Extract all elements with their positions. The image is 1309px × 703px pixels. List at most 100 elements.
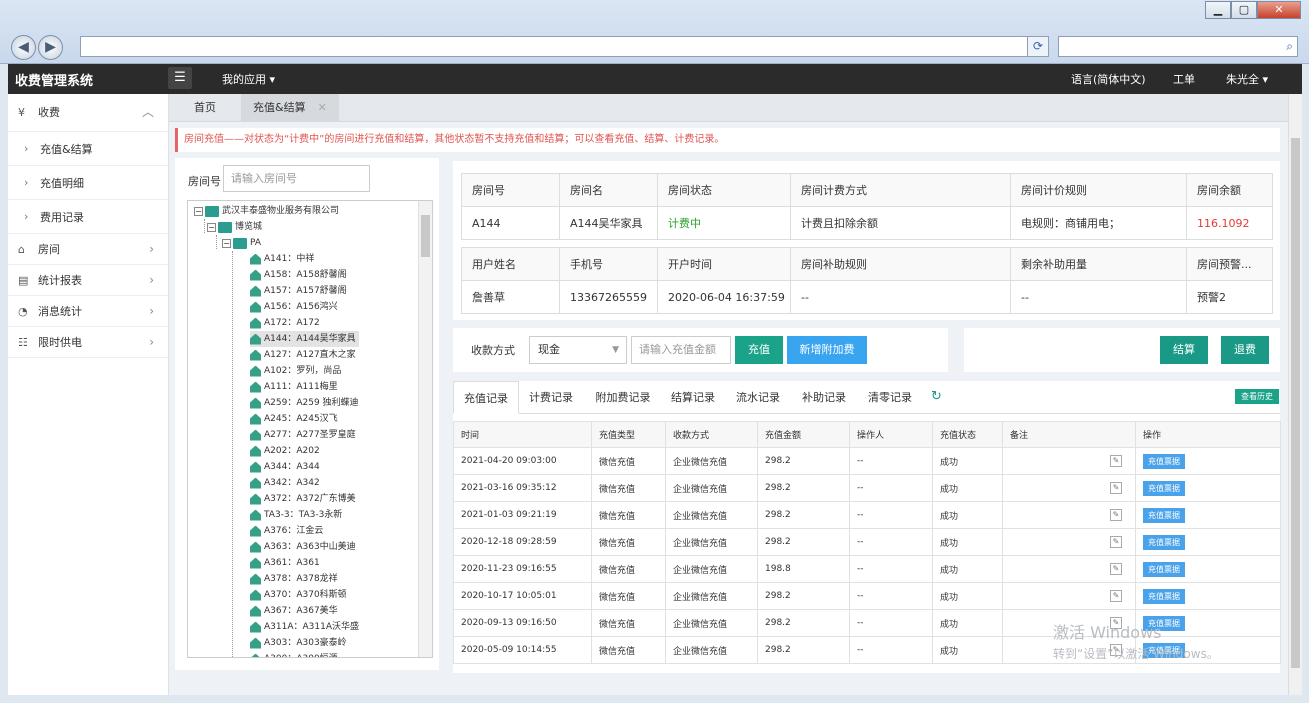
tree-node-label: 武汉丰泰盛物业服务有限公司 — [222, 206, 340, 216]
tree-node-room[interactable]: A259：A259 独利蝶迪 — [250, 395, 359, 411]
tree-node-room[interactable]: A378：A378龙祥 — [250, 571, 338, 587]
tab-recharge[interactable]: 充值&结算 ✕ — [241, 94, 339, 122]
room-number-input[interactable]: 请输入房间号 — [223, 165, 370, 192]
sidebar-item-messages[interactable]: ◔ 消息统计 › — [8, 296, 168, 327]
edit-note-icon[interactable]: ✎ — [1110, 536, 1122, 548]
forward-icon[interactable]: ▶ — [38, 35, 63, 60]
menu-toggle-icon[interactable]: ☰ — [168, 67, 192, 89]
tree-node-estate[interactable]: − 博览城 — [207, 219, 262, 235]
page-scroll-thumb[interactable] — [1291, 138, 1300, 668]
tree-node-room[interactable]: A311A：A311A沃华盛 — [250, 619, 359, 635]
edit-note-icon[interactable]: ✎ — [1110, 590, 1122, 602]
tab-extra-fee-records[interactable]: 附加费记录 — [589, 381, 657, 414]
search-icon[interactable]: ⌕ — [1286, 39, 1293, 54]
recharge-receipt-button[interactable]: 充值票据 — [1143, 480, 1185, 496]
maximize-button[interactable]: ▢ — [1231, 1, 1257, 19]
recharge-amount-input[interactable]: 请输入充值金额 — [631, 336, 731, 364]
action-cell: 充值票据 — [1135, 474, 1281, 502]
tab-flow-records[interactable]: 流水记录 — [730, 381, 786, 414]
table-cell: 2020-05-09 10:14:55 — [453, 636, 592, 664]
tree-scroll-thumb[interactable] — [421, 215, 430, 257]
tree-node-room[interactable]: A158：A158舒馨阁 — [250, 267, 347, 283]
recharge-receipt-button[interactable]: 充值票据 — [1143, 588, 1185, 604]
tree-node-room[interactable]: A300：A300恒源 — [250, 651, 338, 657]
tab-recharge-records[interactable]: 充值记录 — [453, 381, 519, 414]
collapse-icon[interactable]: − — [222, 238, 231, 248]
house-icon — [250, 333, 261, 345]
edit-note-icon[interactable]: ✎ — [1110, 509, 1122, 521]
tree-node-room[interactable]: A361：A361 — [250, 555, 320, 571]
tree-node-room[interactable]: A363：A363中山美迪 — [250, 539, 356, 555]
tree-node-zone[interactable]: − PA — [222, 235, 261, 251]
tree-node-room[interactable]: A367：A367美华 — [250, 603, 338, 619]
recharge-receipt-button[interactable]: 充值票据 — [1143, 507, 1185, 523]
sidebar-item-billing[interactable]: ¥ 收费 ︿ — [8, 94, 168, 132]
tree-node-room[interactable]: TA3-3：TA3-3永新 — [250, 507, 342, 523]
tree-node-room[interactable]: A141：中祥 — [250, 251, 314, 267]
tree-node-room[interactable]: A342：A342 — [250, 475, 320, 491]
tab-subsidy-records[interactable]: 补助记录 — [796, 381, 852, 414]
add-fee-button[interactable]: 新增附加费 — [787, 336, 867, 364]
table-cell: 2021-04-20 09:03:00 — [453, 447, 592, 475]
sidebar-item-reports[interactable]: ▤ 统计报表 › — [8, 265, 168, 296]
tree-node-room[interactable]: A127：A127直木之家 — [250, 347, 356, 363]
billing-method-value: 计费且扣除余额 — [790, 206, 1011, 240]
tree-node-room[interactable]: A372：A372广东博美 — [250, 491, 356, 507]
edit-note-icon[interactable]: ✎ — [1110, 563, 1122, 575]
sidebar-item-power-limit[interactable]: ☷ 限时供电 › — [8, 327, 168, 358]
sidebar-item-label: 房间 — [38, 242, 60, 256]
refresh-page-icon[interactable]: ⟳ — [1027, 36, 1049, 57]
payment-method-select[interactable]: 现金 ▼ — [529, 336, 627, 364]
tree-node-room[interactable]: A172：A172 — [250, 315, 320, 331]
tree-node-room[interactable]: A102：罗列，尚品 — [250, 363, 341, 379]
user-menu[interactable]: 朱光全 ▾ — [1226, 71, 1268, 87]
tree-scrollbar[interactable] — [418, 201, 432, 657]
recharge-button[interactable]: 充值 — [735, 336, 783, 364]
close-window-button[interactable]: ✕ — [1257, 1, 1301, 19]
recharge-receipt-button[interactable]: 充值票据 — [1143, 534, 1185, 550]
open-time-value: 2020-06-04 16:37:59 — [657, 280, 791, 314]
tree-node-room[interactable]: A303：A303豪泰岭 — [250, 635, 347, 651]
tree-node-room[interactable]: A245：A245汉飞 — [250, 411, 338, 427]
refresh-icon[interactable]: ↻ — [931, 389, 942, 404]
tab-home[interactable]: 首页 — [182, 94, 228, 122]
tree-node-room[interactable]: A376：江金云 — [250, 523, 323, 539]
collapse-icon[interactable]: − — [194, 206, 203, 216]
recharge-receipt-button[interactable]: 充值票据 — [1143, 453, 1185, 469]
close-icon[interactable]: ✕ — [318, 101, 327, 114]
settle-button[interactable]: 结算 — [1160, 336, 1208, 364]
edit-note-icon[interactable]: ✎ — [1110, 482, 1122, 494]
tree-node-room[interactable]: A277：A277圣罗皇庭 — [250, 427, 356, 443]
sidebar-item-room[interactable]: ⌂ 房间 › — [8, 234, 168, 265]
tab-billing-records[interactable]: 计费记录 — [523, 381, 579, 414]
tab-settle-records[interactable]: 结算记录 — [665, 381, 721, 414]
tree-node-room[interactable]: A157：A157舒馨阁 — [250, 283, 347, 299]
address-bar[interactable] — [80, 36, 1048, 57]
collapse-icon[interactable]: − — [207, 222, 216, 232]
page-scrollbar[interactable] — [1288, 94, 1302, 695]
minimize-button[interactable]: ▁ — [1205, 1, 1231, 19]
tree-node-room[interactable]: A111：A111梅里 — [250, 379, 338, 395]
tree-node-room[interactable]: A156：A156鸿兴 — [250, 299, 338, 315]
my-apps-menu[interactable]: 我的应用 ▾ — [222, 71, 275, 87]
table-cell: 298.2 — [757, 447, 850, 475]
info-header: 剩余补助用量 — [1010, 247, 1187, 281]
refund-button[interactable]: 退费 — [1221, 336, 1269, 364]
ticket-link[interactable]: 工单 — [1173, 71, 1195, 87]
tree-node-company[interactable]: − 武汉丰泰盛物业服务有限公司 — [194, 203, 339, 219]
tree-node-room[interactable]: A144：A144吴华家具 — [250, 331, 359, 347]
language-switch[interactable]: 语言(简体中文) — [1071, 71, 1146, 87]
sidebar-sub-recharge[interactable]: › 充值&结算 — [8, 132, 168, 166]
tree-node-room[interactable]: A370：A370科斯顿 — [250, 587, 347, 603]
browser-search-input[interactable]: ⌕ — [1058, 36, 1298, 57]
tab-reset-records[interactable]: 清零记录 — [862, 381, 918, 414]
sidebar-sub-recharge-detail[interactable]: › 充值明细 — [8, 166, 168, 200]
recharge-receipt-button[interactable]: 充值票据 — [1143, 561, 1185, 577]
tree-node-room[interactable]: A202：A202 — [250, 443, 320, 459]
tree-node-room[interactable]: A344：A344 — [250, 459, 320, 475]
column-header: 时间 — [453, 421, 592, 448]
back-icon[interactable]: ◀ — [11, 35, 36, 60]
sidebar-sub-fee-records[interactable]: › 费用记录 — [8, 200, 168, 234]
edit-note-icon[interactable]: ✎ — [1110, 455, 1122, 467]
view-history-button[interactable]: 查看历史 — [1235, 389, 1279, 404]
